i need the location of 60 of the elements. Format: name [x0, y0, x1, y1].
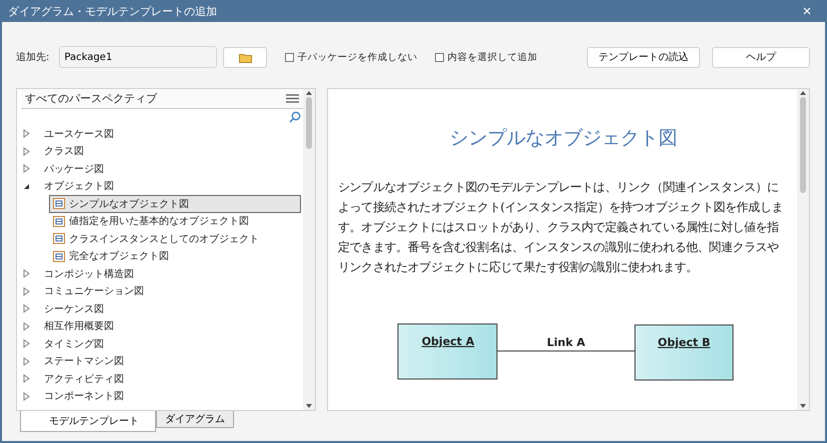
tree-item[interactable]: アクティビティ図: [40, 370, 128, 388]
load-template-button[interactable]: テンプレートの読込: [587, 46, 700, 68]
checkbox-label: 子パッケージを作成しない: [297, 50, 418, 64]
diagram-icon: [53, 216, 65, 227]
scroll-up-arrow-icon[interactable]: [800, 91, 806, 95]
scroll-up-arrow-icon[interactable]: [306, 91, 312, 95]
menu-icon[interactable]: [286, 94, 299, 103]
close-button[interactable]: ×: [795, 2, 819, 20]
tree-item[interactable]: コミュニケーション図: [40, 282, 148, 300]
preview-description: シンプルなオブジェクト図のモデルテンプレートは、リンク（関連インスタンス）によって接続されたオブジェクト(インスタンス指定）を持つオブジェクト図を作成します。オブジェクトにはスロットがあり、クラス内で定義されている属性に対し値を指定できます。番号を含む役割名は、インスタンスの識別に使われる他、関連クラスやリンクされたオブジェクトに応じて果たす役割の識別に使われます。: [338, 179, 784, 276]
expand-arrow-icon[interactable]: [23, 269, 31, 278]
tree-item[interactable]: クラスインスタンスとしてのオブジェクト: [49, 230, 263, 248]
preview-heading: シンプルなオブジェクト図: [448, 126, 678, 151]
target-field[interactable]: Package1: [59, 46, 218, 68]
tree-item[interactable]: 値指定を用いた基本的なオブジェクト図: [49, 212, 253, 230]
tree-item[interactable]: タイミング図: [40, 334, 108, 353]
object-node: Object B: [634, 324, 734, 380]
checkbox[interactable]: [435, 52, 444, 62]
scrollbar[interactable]: [797, 89, 809, 410]
diagram-icon: [53, 233, 65, 244]
scroll-down-arrow-icon[interactable]: [800, 404, 806, 408]
tab[interactable]: ダイアグラム: [156, 411, 234, 428]
tree-item[interactable]: コンポーネント図: [40, 387, 128, 406]
checkbox-label: 内容を選択して追加: [447, 50, 538, 64]
object-node: Object A: [398, 324, 498, 380]
search-icon[interactable]: [289, 111, 301, 123]
diagram-icon: [53, 250, 65, 262]
tree-item[interactable]: ユースケース図: [40, 124, 118, 143]
tree-item[interactable]: 完全なオブジェクト図: [49, 247, 173, 266]
help-button[interactable]: ヘルプ: [712, 46, 810, 68]
expand-arrow-icon[interactable]: [23, 356, 31, 366]
tree-item[interactable]: パッケージ図: [40, 160, 108, 178]
tree-item[interactable]: クラス図: [40, 142, 88, 160]
expand-arrow-icon[interactable]: [23, 304, 31, 314]
expand-arrow-icon[interactable]: [23, 286, 31, 296]
expand-arrow-icon[interactable]: [23, 129, 31, 138]
tree-item[interactable]: コンポジット構造図: [40, 264, 138, 283]
expand-arrow-icon[interactable]: [23, 374, 31, 384]
tree-item[interactable]: シンプルなオブジェクト図: [49, 194, 301, 213]
tree-item[interactable]: シーケンス図: [40, 300, 108, 318]
scrollbar[interactable]: [303, 89, 315, 410]
expand-arrow-icon[interactable]: [23, 339, 31, 348]
tree-item[interactable]: 相互作用概要図: [40, 317, 118, 336]
checkbox[interactable]: [285, 52, 294, 62]
diagram-icon: [53, 198, 65, 210]
collapse-arrow-icon[interactable]: [23, 182, 31, 191]
expand-arrow-icon[interactable]: [23, 146, 31, 156]
link-label: Link A: [546, 336, 586, 349]
tab[interactable]: モデルテンプレート: [20, 411, 156, 432]
target-label: 追加先:: [16, 50, 50, 64]
tree-item[interactable]: ステートマシン図: [40, 352, 128, 370]
folder-icon: [238, 52, 252, 62]
expand-arrow-icon[interactable]: [23, 164, 31, 174]
expand-arrow-icon[interactable]: [23, 322, 31, 331]
window-title: ダイアグラム・モデルテンプレートの追加: [8, 4, 217, 18]
tree-item[interactable]: オブジェクト図: [40, 177, 118, 196]
browse-button[interactable]: [223, 46, 268, 68]
scroll-down-arrow-icon[interactable]: [306, 404, 312, 408]
panel-title: すべてのパースペクティブ: [25, 91, 157, 106]
expand-arrow-icon[interactable]: [23, 392, 31, 401]
